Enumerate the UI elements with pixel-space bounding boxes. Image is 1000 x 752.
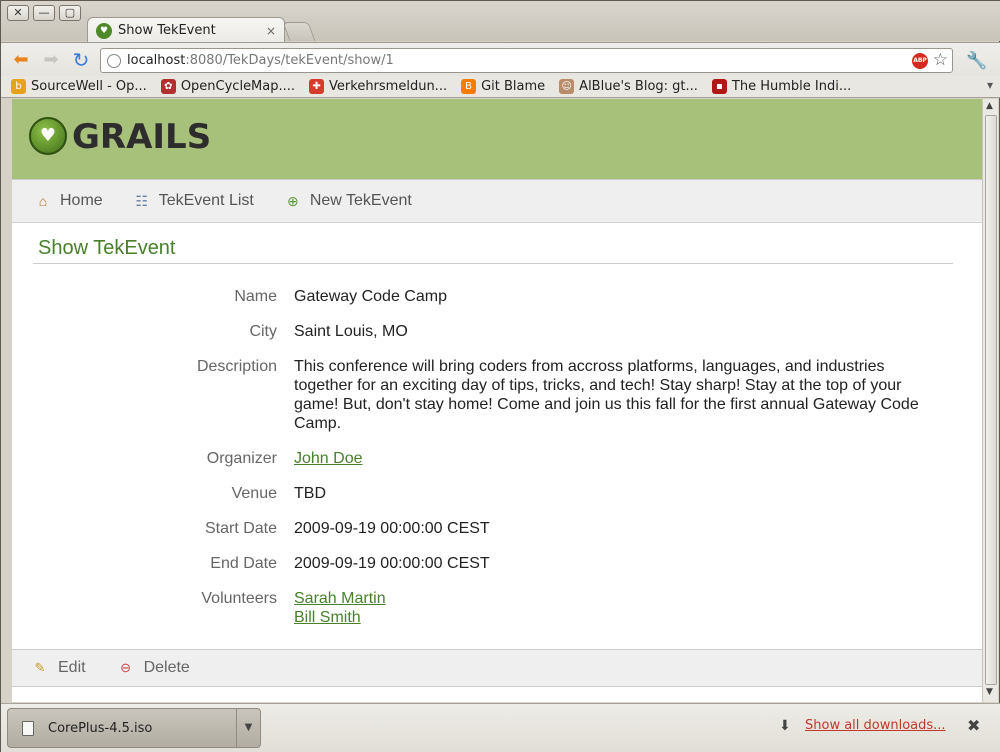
back-button[interactable]: ⬅ bbox=[9, 49, 33, 71]
house-icon: ⌂ bbox=[38, 193, 48, 209]
bookmark-label: OpenCycleMap.... bbox=[180, 79, 296, 94]
property-value: Sarah Martin Bill Smith bbox=[294, 589, 934, 627]
bookmark-item[interactable]: B Git Blame bbox=[461, 79, 545, 94]
property-value: TBD bbox=[294, 485, 326, 502]
nav-new-link[interactable]: ⊕ New TekEvent bbox=[284, 192, 412, 210]
grails-logo-text: GRAILS bbox=[72, 117, 212, 157]
property-name: Name bbox=[234, 288, 277, 305]
download-arrow-icon: ⬇ bbox=[779, 718, 791, 734]
property-value: Saint Louis, MO bbox=[294, 323, 408, 340]
property-name: City bbox=[249, 323, 277, 340]
tab-close-icon[interactable]: × bbox=[266, 24, 276, 38]
bookmark-item[interactable]: b SourceWell - Op... bbox=[11, 79, 147, 94]
page-viewport: ♥ GRAILS ⌂ Home ☷ TekEvent List ⊕ New Te… bbox=[12, 99, 982, 702]
bookmark-item[interactable]: ▪ The Humble Indi... bbox=[711, 79, 852, 94]
bookmark-humble-icon: ▪ bbox=[711, 79, 727, 94]
bookmark-blogger-icon: B bbox=[461, 79, 477, 94]
nav-home-link[interactable]: ⌂ Home bbox=[34, 192, 103, 210]
pencil-icon: ✎ bbox=[34, 660, 46, 675]
bookmark-item[interactable]: ✿ OpenCycleMap.... bbox=[160, 79, 296, 94]
bookmark-label: Git Blame bbox=[481, 79, 546, 94]
download-menu-button[interactable]: ▼ bbox=[236, 709, 260, 747]
bookmark-item[interactable]: ☺ AlBlue's Blog: gt... bbox=[559, 79, 698, 94]
header-logo-bar: ♥ GRAILS bbox=[12, 99, 982, 179]
vertical-scrollbar[interactable]: ▲ ▼ bbox=[982, 99, 998, 702]
edit-button[interactable]: ✎ Edit bbox=[32, 659, 86, 677]
description-value: This conference will bring coders from a… bbox=[294, 358, 919, 432]
window-controls: ✕ — ▢ bbox=[7, 5, 81, 21]
bookmark-alblue-icon: ☺ bbox=[559, 79, 575, 94]
volunteer-link[interactable]: Bill Smith bbox=[294, 608, 934, 627]
property-name: Start Date bbox=[204, 520, 277, 537]
edit-label: Edit bbox=[58, 659, 86, 676]
downloads-shelf: CorePlus-4.5.iso ▼ ⬇ Show all downloads.… bbox=[1, 703, 1000, 752]
bookmark-star-icon[interactable]: ☆ bbox=[933, 50, 948, 70]
globe-icon bbox=[107, 53, 121, 68]
nav-list-link[interactable]: ☷ TekEvent List bbox=[133, 192, 254, 210]
property-value: John Doe bbox=[294, 449, 934, 468]
bookmarks-bar: b SourceWell - Op... ✿ OpenCycleMap.... ✚ Ver… bbox=[1, 76, 1000, 98]
window-maximize-button[interactable]: ▢ bbox=[59, 5, 81, 21]
bookmark-label: SourceWell - Op... bbox=[31, 79, 147, 94]
download-filename: CorePlus-4.5.iso bbox=[48, 720, 153, 736]
property-name: Volunteers bbox=[201, 590, 277, 607]
wrench-menu-icon[interactable]: 🔧 bbox=[966, 51, 987, 71]
organizer-link[interactable]: John Doe bbox=[294, 449, 934, 468]
adblock-icon[interactable]: ABP bbox=[912, 53, 928, 69]
bookmark-verkehr-icon: ✚ bbox=[309, 79, 325, 94]
scroll-up-icon[interactable]: ▲ bbox=[986, 101, 993, 111]
property-name: Venue bbox=[231, 485, 277, 502]
file-icon bbox=[22, 720, 34, 736]
window-minimize-button[interactable]: — bbox=[33, 5, 55, 21]
tab-show-tekevent[interactable]: ♥ Show TekEvent × bbox=[87, 17, 285, 43]
grails-logo-icon: ♥ bbox=[29, 117, 67, 155]
nav-list-label: TekEvent List bbox=[158, 192, 254, 209]
grails-favicon-icon: ♥ bbox=[96, 22, 112, 39]
nav-new-label: New TekEvent bbox=[309, 192, 412, 209]
property-name: End Date bbox=[210, 555, 277, 572]
download-item[interactable]: CorePlus-4.5.iso ▼ bbox=[7, 708, 261, 748]
browser-window: ✕ — ▢ ♥ Show TekEvent × ⬅ ➡ ↻ localhost:… bbox=[0, 0, 1000, 752]
close-downloads-icon[interactable]: ✖ bbox=[967, 716, 980, 735]
url-path: :8080/TekDays/tekEvent/show/1 bbox=[185, 53, 394, 68]
url-host: localhost bbox=[127, 53, 186, 68]
tab-title: Show TekEvent bbox=[118, 23, 216, 38]
delete-document-icon: ⊖ bbox=[120, 660, 132, 675]
delete-label: Delete bbox=[143, 659, 190, 676]
bookmark-sourcewell-icon: b bbox=[11, 79, 26, 94]
volunteer-link[interactable]: Sarah Martin bbox=[294, 589, 934, 608]
title-bar: ✕ — ▢ ♥ Show TekEvent × bbox=[1, 1, 1000, 43]
browser-toolbar: ⬅ ➡ ↻ localhost:8080/TekDays/tekEvent/sh… bbox=[1, 42, 1000, 76]
bookmark-label: Verkehrsmeldun... bbox=[329, 79, 448, 94]
new-document-icon: ⊕ bbox=[286, 193, 299, 209]
reload-button[interactable]: ↻ bbox=[69, 49, 93, 71]
bookmark-label: The Humble Indi... bbox=[731, 79, 852, 94]
property-value: 2009-09-19 00:00:00 CEST bbox=[294, 555, 490, 572]
bookmark-item[interactable]: ✚ Verkehrsmeldun... bbox=[309, 79, 447, 94]
list-icon: ☷ bbox=[135, 193, 148, 209]
bookmark-opencyclemap-icon: ✿ bbox=[160, 79, 176, 94]
show-all-downloads-link[interactable]: Show all downloads... bbox=[805, 718, 946, 733]
bookmarks-overflow-icon[interactable]: ▾ bbox=[987, 78, 993, 92]
button-bar: ✎ Edit ⊖ Delete bbox=[12, 649, 982, 687]
nav-home-label: Home bbox=[60, 192, 103, 209]
scrollbar-thumb[interactable] bbox=[985, 115, 997, 685]
scroll-down-icon[interactable]: ▼ bbox=[986, 687, 993, 697]
bookmark-label: AlBlue's Blog: gt... bbox=[579, 79, 698, 94]
delete-button[interactable]: ⊖ Delete bbox=[118, 659, 190, 677]
main-content: Show TekEvent bbox=[33, 223, 953, 264]
property-name: Organizer bbox=[206, 450, 277, 467]
forward-button[interactable]: ➡ bbox=[39, 49, 63, 71]
new-tab-button[interactable] bbox=[282, 22, 316, 41]
page-title: Show TekEvent bbox=[33, 237, 953, 264]
nav-bar: ⌂ Home ☷ TekEvent List ⊕ New TekEvent bbox=[12, 179, 982, 223]
address-bar[interactable]: localhost:8080/TekDays/tekEvent/show/1 A… bbox=[100, 48, 953, 73]
url-text[interactable]: localhost:8080/TekDays/tekEvent/show/1 bbox=[127, 53, 394, 68]
property-name: Description bbox=[196, 358, 277, 375]
window-close-button[interactable]: ✕ bbox=[7, 5, 29, 21]
property-value: Gateway Code Camp bbox=[294, 288, 447, 305]
property-value: 2009-09-19 00:00:00 CEST bbox=[294, 520, 490, 537]
